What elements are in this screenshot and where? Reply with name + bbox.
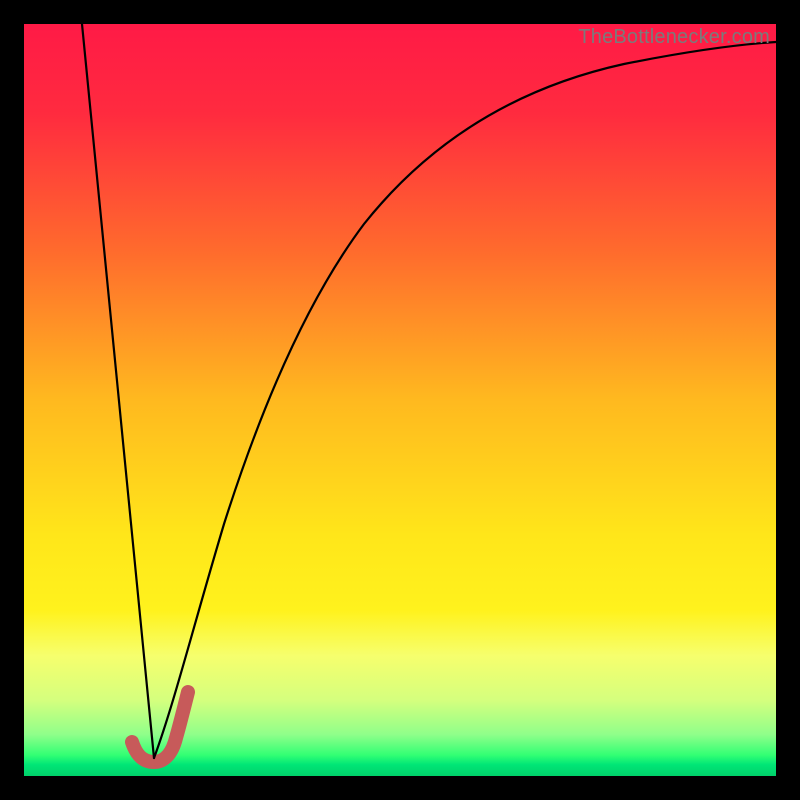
- curve-layer: [24, 24, 776, 776]
- plot-area: TheBottlenecker.com: [24, 24, 776, 776]
- curve-right-ascent: [154, 42, 776, 758]
- watermark-text: TheBottlenecker.com: [578, 26, 770, 49]
- curve-left-descent: [82, 24, 154, 758]
- chart-frame: TheBottlenecker.com: [0, 0, 800, 800]
- highlight-j-marker: [132, 692, 188, 762]
